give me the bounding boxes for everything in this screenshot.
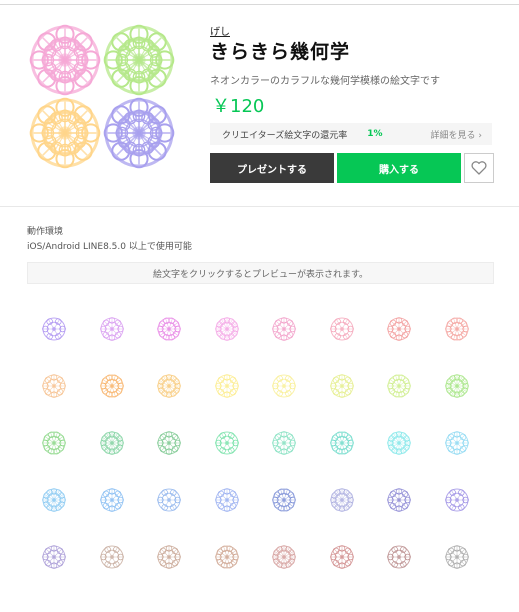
- emoji-item[interactable]: [271, 544, 297, 570]
- geometric-emoji-icon: [157, 431, 181, 455]
- geometric-emoji-icon: [329, 317, 354, 341]
- geometric-emoji-icon: [329, 374, 354, 398]
- geometric-emoji-icon: [387, 374, 411, 398]
- emoji-item[interactable]: [99, 316, 125, 342]
- emoji-item[interactable]: [99, 430, 125, 456]
- geometric-emoji-icon: [329, 488, 354, 512]
- emoji-item[interactable]: [99, 487, 125, 513]
- geometric-emoji-icon: [214, 431, 239, 455]
- geometric-emoji-icon: [99, 317, 124, 341]
- geometric-emoji-icon: [99, 374, 124, 398]
- geometric-emoji-icon: [444, 317, 469, 341]
- emoji-item[interactable]: [329, 544, 355, 570]
- emoji-item[interactable]: [271, 487, 297, 513]
- geometric-emoji-icon: [214, 545, 239, 569]
- geometric-emoji-icon: [329, 431, 354, 455]
- emoji-item[interactable]: [271, 373, 297, 399]
- emoji-item[interactable]: [156, 373, 182, 399]
- geometric-emoji-icon: [329, 545, 354, 569]
- emoji-item[interactable]: [214, 487, 240, 513]
- emoji-item[interactable]: [41, 544, 67, 570]
- emoji-item[interactable]: [444, 316, 470, 342]
- geometric-emoji-icon: [157, 317, 181, 341]
- geometric-emoji-icon: [444, 545, 469, 569]
- geometric-emoji-icon: [214, 317, 239, 341]
- emoji-item[interactable]: [156, 316, 182, 342]
- emoji-item[interactable]: [271, 430, 297, 456]
- geometric-emoji-icon: [387, 431, 411, 455]
- emoji-item[interactable]: [329, 430, 355, 456]
- emoji-item[interactable]: [271, 316, 297, 342]
- geometric-emoji-icon: [42, 431, 66, 455]
- geometric-emoji-icon: [157, 374, 181, 398]
- geometric-emoji-icon: [272, 488, 296, 512]
- emoji-item[interactable]: [444, 430, 470, 456]
- geometric-emoji-icon: [444, 431, 469, 455]
- geometric-emoji-icon: [42, 317, 66, 341]
- emoji-item[interactable]: [386, 487, 412, 513]
- emoji-item[interactable]: [41, 316, 67, 342]
- emoji-item[interactable]: [99, 373, 125, 399]
- geometric-emoji-icon: [387, 545, 411, 569]
- emoji-item[interactable]: [156, 544, 182, 570]
- emoji-item[interactable]: [214, 430, 240, 456]
- geometric-emoji-icon: [42, 374, 66, 398]
- emoji-item[interactable]: [444, 487, 470, 513]
- emoji-item[interactable]: [214, 373, 240, 399]
- geometric-emoji-icon: [444, 374, 469, 398]
- emoji-item[interactable]: [214, 544, 240, 570]
- geometric-emoji-icon: [214, 488, 239, 512]
- geometric-emoji-icon: [272, 431, 296, 455]
- emoji-item[interactable]: [329, 316, 355, 342]
- emoji-item[interactable]: [41, 487, 67, 513]
- emoji-item[interactable]: [386, 316, 412, 342]
- geometric-emoji-icon: [42, 545, 66, 569]
- geometric-emoji-icon: [99, 488, 124, 512]
- emoji-item[interactable]: [386, 373, 412, 399]
- emoji-item[interactable]: [444, 544, 470, 570]
- geometric-emoji-icon: [157, 545, 181, 569]
- geometric-emoji-icon: [272, 545, 296, 569]
- geometric-emoji-icon: [387, 488, 411, 512]
- geometric-emoji-icon: [157, 488, 181, 512]
- geometric-emoji-icon: [99, 545, 124, 569]
- emoji-item[interactable]: [329, 373, 355, 399]
- emoji-item[interactable]: [329, 487, 355, 513]
- geometric-emoji-icon: [99, 431, 124, 455]
- emoji-item[interactable]: [41, 430, 67, 456]
- geometric-emoji-icon: [444, 488, 469, 512]
- emoji-item[interactable]: [99, 544, 125, 570]
- emoji-item[interactable]: [386, 430, 412, 456]
- geometric-emoji-icon: [214, 374, 239, 398]
- geometric-emoji-icon: [272, 317, 296, 341]
- emoji-grid: [0, 0, 519, 612]
- geometric-emoji-icon: [42, 488, 66, 512]
- geometric-emoji-icon: [387, 317, 411, 341]
- geometric-emoji-icon: [272, 374, 296, 398]
- emoji-item[interactable]: [156, 487, 182, 513]
- emoji-item[interactable]: [386, 544, 412, 570]
- emoji-item[interactable]: [41, 373, 67, 399]
- emoji-item[interactable]: [156, 430, 182, 456]
- emoji-item[interactable]: [444, 373, 470, 399]
- emoji-item[interactable]: [214, 316, 240, 342]
